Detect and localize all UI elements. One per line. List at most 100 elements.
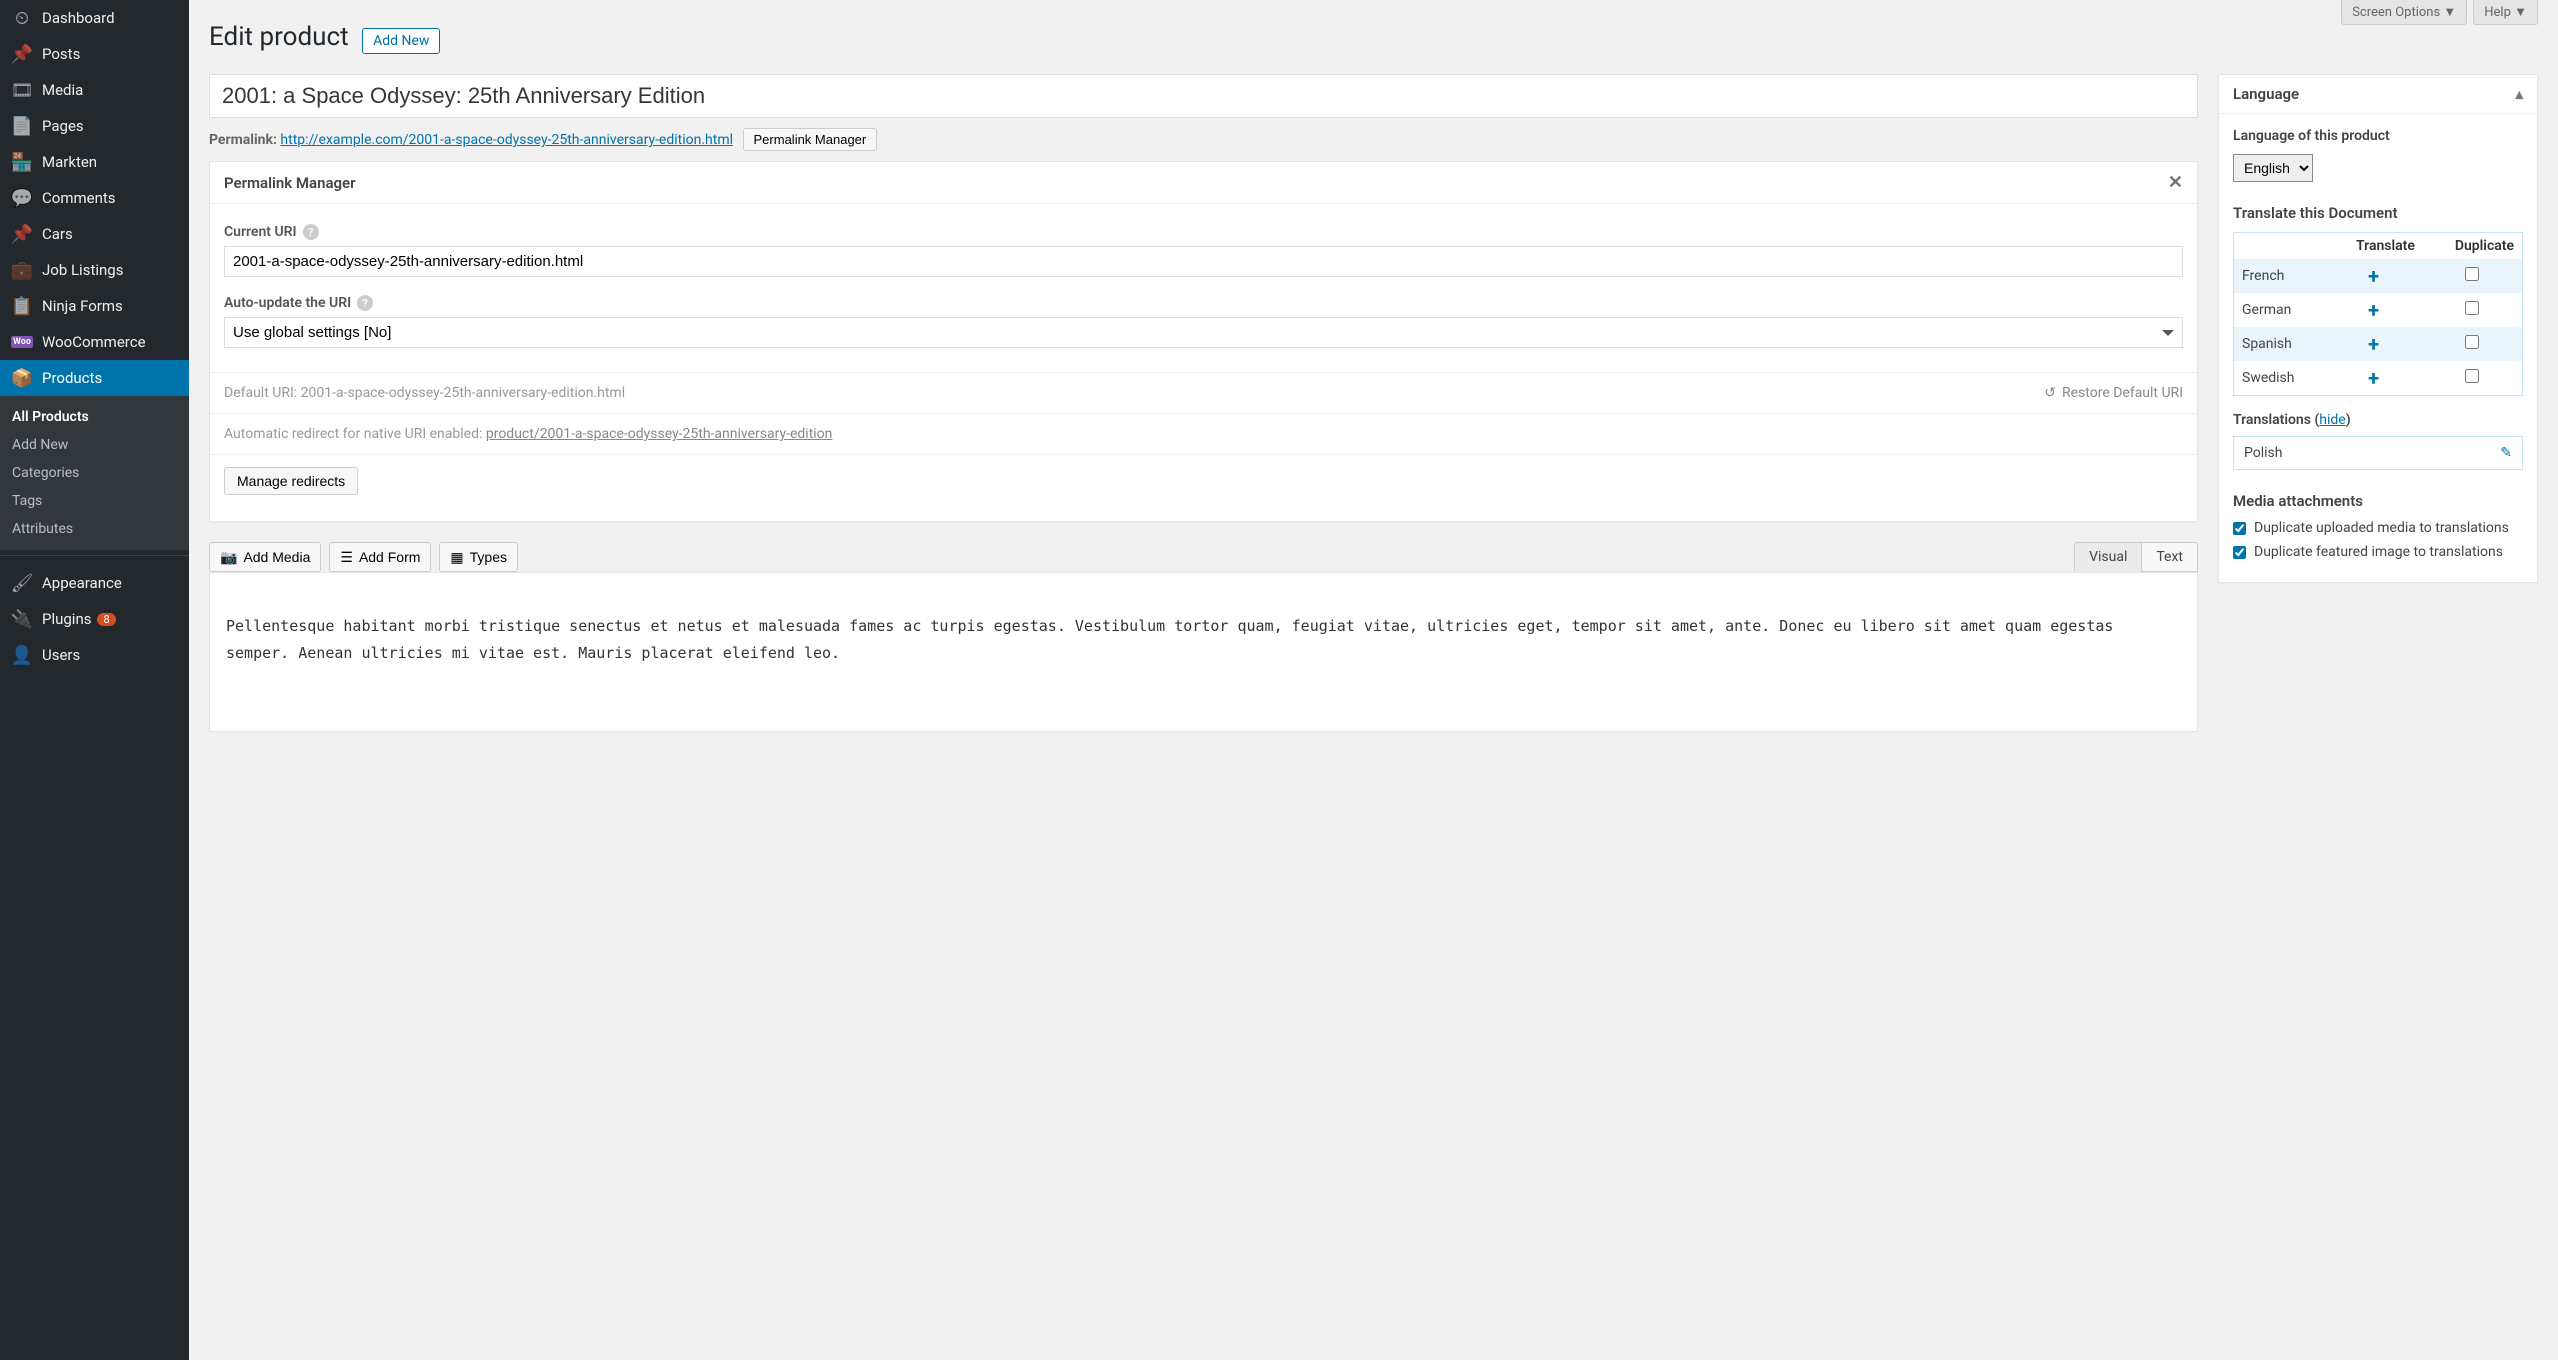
pencil-icon[interactable]: ✎ [2500,445,2512,461]
sidebar-item-label: Dashboard [42,9,115,27]
translation-row-polish: Polish ✎ [2233,436,2523,470]
translation-row-french: French+ [2234,259,2523,293]
sidebar-item-job-listings[interactable]: 💼 Job Listings [0,252,189,288]
posts-icon: 📌 [12,44,32,64]
add-media-button[interactable]: 📷Add Media [209,542,321,572]
restore-icon: ↺ [2044,385,2056,401]
language-select[interactable]: English [2233,154,2313,182]
job-listings-icon: 💼 [12,260,32,280]
products-icon: 📦 [12,368,32,388]
sidebar-item-ninja-forms[interactable]: 📋 Ninja Forms [0,288,189,324]
submenu-all-products[interactable]: All Products [0,403,189,431]
translate-document-label: Translate this Document [2233,204,2523,222]
sidebar-item-label: Products [42,369,102,387]
content-editor[interactable]: Pellentesque habitant morbi tristique se… [209,572,2198,732]
duplicate-featured-checkbox[interactable]: Duplicate featured image to translations [2233,544,2523,560]
language-of-product-label: Language of this product [2233,128,2523,144]
close-icon[interactable]: ✕ [2168,172,2183,193]
calendar-icon: ▦ [450,549,463,566]
sidebar-item-label: Comments [42,189,116,207]
submenu-attributes[interactable]: Attributes [0,515,189,543]
plugins-icon: 🔌 [12,609,32,629]
sidebar-item-label: WooCommerce [42,333,146,351]
permalink-manager-title: Permalink Manager [224,174,356,192]
tab-visual[interactable]: Visual [2074,542,2141,572]
sidebar-item-posts[interactable]: 📌Posts [0,36,189,72]
help-tab[interactable]: Help ▼ [2473,0,2538,25]
translation-row-german: German+ [2234,293,2523,327]
submenu-add-new[interactable]: Add New [0,431,189,459]
add-new-button[interactable]: Add New [362,28,440,54]
sidebar-item-products[interactable]: 📦 Products [0,360,189,396]
translations-table: Translate Duplicate French+German+Spanis… [2233,232,2523,396]
permalink-manager-box: Permalink Manager ✕ Current URI ? Auto-u… [209,161,2198,522]
auto-update-select[interactable]: Use global settings [No] [224,317,2183,348]
markten-icon: 🏪 [12,152,32,172]
sidebar-item-users[interactable]: 👤Users [0,637,189,673]
add-form-button[interactable]: ☰Add Form [329,542,431,572]
plus-icon[interactable]: + [2324,361,2423,396]
ninja-forms-icon: 📋 [12,296,32,316]
sidebar-item-woocommerce[interactable]: Woo WooCommerce [0,324,189,360]
update-badge: 8 [97,613,115,626]
hide-translations-link[interactable]: hide [2319,412,2345,428]
plus-icon[interactable]: + [2324,293,2423,327]
duplicate-uploaded-checkbox[interactable]: Duplicate uploaded media to translations [2233,520,2523,536]
sidebar-item-label: Cars [42,225,73,243]
sidebar-item-label: Pages [42,117,84,135]
appearance-icon: 🖌 [12,573,32,593]
media-icon: 🎞 [12,80,32,100]
camera-icon: 📷 [220,549,237,566]
sidebar-item-plugins[interactable]: 🔌Plugins8 [0,601,189,637]
sidebar-item-media[interactable]: 🎞 Media [0,72,189,108]
sidebar-item-label: Users [42,646,80,664]
sidebar-item-markten[interactable]: 🏪 Markten [0,144,189,180]
submenu-tags[interactable]: Tags [0,487,189,515]
help-icon[interactable]: ? [357,295,373,311]
plus-icon[interactable]: + [2324,327,2423,361]
sidebar-item-label: Media [42,81,83,99]
main-content: Screen Options ▼ Help ▼ Edit product Add… [189,0,2558,1360]
submenu-categories[interactable]: Categories [0,459,189,487]
duplicate-checkbox[interactable] [2465,335,2479,349]
sidebar-item-pages[interactable]: 📄 Pages [0,108,189,144]
duplicate-checkbox[interactable] [2465,301,2479,315]
page-title: Edit product [209,0,349,52]
restore-default-uri[interactable]: ↺ Restore Default URI [2044,385,2183,401]
sidebar-item-dashboard[interactable]: ⏲ Dashboard [0,0,189,36]
duplicate-checkbox[interactable] [2465,369,2479,383]
dashboard-icon: ⏲ [12,8,32,28]
sidebar-item-label: Appearance [42,574,122,592]
types-button[interactable]: ▦Types [439,542,518,572]
pages-icon: 📄 [12,116,32,136]
translation-row-spanish: Spanish+ [2234,327,2523,361]
media-attachments-label: Media attachments [2233,492,2523,510]
collapse-icon[interactable]: ▴ [2515,85,2523,103]
admin-sidebar: ⏲ Dashboard 📌Posts 🎞 Media 📄 Pages 🏪 Markten 💬 Com… [0,0,189,1360]
current-uri-input[interactable] [224,246,2183,277]
sidebar-item-appearance[interactable]: 🖌 Appearance [0,565,189,601]
comments-icon: 💬 [12,188,32,208]
duplicate-checkbox[interactable] [2465,267,2479,281]
tab-text[interactable]: Text [2141,542,2198,572]
auto-update-label: Auto-update the URI ? [224,295,2183,311]
form-icon: ☰ [340,549,353,566]
native-uri-link[interactable]: product/2001-a-space-odyssey-25th-annive… [486,426,833,442]
woocommerce-icon: Woo [12,332,32,352]
permalink-link[interactable]: http://example.com/2001-a-space-odyssey-… [280,132,733,148]
permalink-row: Permalink: http://example.com/2001-a-spa… [209,118,2198,161]
language-box: Language ▴ Language of this product Engl… [2218,74,2538,583]
product-title-input[interactable] [209,74,2198,118]
sidebar-item-label: Markten [42,153,97,171]
sidebar-item-label: Job Listings [42,261,123,279]
sidebar-item-comments[interactable]: 💬 Comments [0,180,189,216]
permalink-manager-button[interactable]: Permalink Manager [743,128,878,151]
sidebar-item-cars[interactable]: 📌 Cars [0,216,189,252]
screen-options-tab[interactable]: Screen Options ▼ [2341,0,2467,25]
cars-icon: 📌 [12,224,32,244]
help-icon[interactable]: ? [303,224,319,240]
manage-redirects-button[interactable]: Manage redirects [224,467,358,495]
plus-icon[interactable]: + [2324,259,2423,293]
translation-row-swedish: Swedish+ [2234,361,2523,396]
sidebar-item-label: Ninja Forms [42,297,123,315]
